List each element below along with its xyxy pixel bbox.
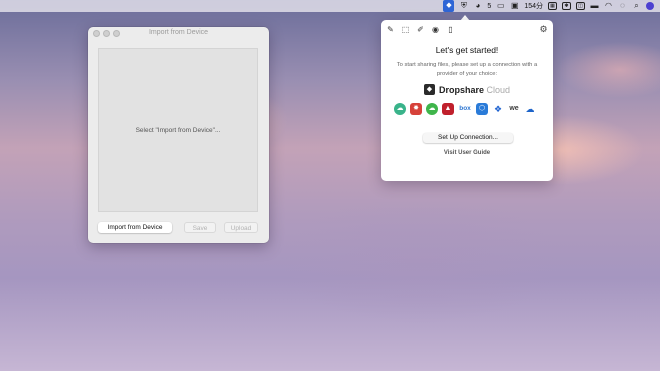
shield-icon[interactable]: ⛨ [459,2,468,10]
menu-time[interactable]: 154分 [524,1,543,11]
popover-toolbar: ✎ ⬚ ✐ ◉ ▯ [386,25,455,34]
import-from-device-button[interactable]: Import from Device [98,222,172,233]
set-up-connection-button[interactable]: Set Up Connection... [423,133,513,143]
window-title: Import from Device [148,29,209,36]
onedrive-icon[interactable]: ☁ [524,103,536,115]
display-icon[interactable]: ▭ [496,2,505,10]
upload-button: Upload [224,222,258,233]
battery-icon[interactable]: ▬ [590,2,599,10]
dropshare-popover: ✎ ⬚ ✐ ◉ ▯ ⚙ Let's get started! To start … [381,20,553,181]
popover-description: To start sharing files, please set up a … [396,62,538,77]
import-window: Import from Device Select "Import from D… [88,27,269,243]
device-icon[interactable]: ▯ [446,25,455,34]
camera-icon[interactable]: ▣ [510,2,519,10]
draw-icon[interactable]: ✐ [416,25,425,34]
visit-user-guide-link[interactable]: Visit User Guide [381,150,553,156]
wifi-icon[interactable]: ◠ [604,2,613,10]
nextcloud-icon[interactable]: ⬡ [476,103,488,115]
record-icon[interactable]: ◉ [431,25,440,34]
import-preview-area[interactable]: Select "Import from Device"... [98,48,258,212]
brand-suffix: Cloud [486,84,511,95]
dropshare-cloud-brand: ◆ Dropshare Cloud [381,84,553,95]
dropbox-icon[interactable]: ❖ [492,103,504,115]
wechat-badge: 5 [487,2,492,10]
red-cloud-icon[interactable]: ▲ [442,103,454,115]
screenshot-area-icon[interactable]: ⬚ [401,25,410,34]
box-icon[interactable]: box [458,103,472,115]
app-icon[interactable]: ✱ [562,2,571,10]
provider-list: ☁ ✸ ☁ ▲ box ⬡ ❖ we ☁ [394,103,536,115]
webdav-icon[interactable]: we [508,103,520,115]
grid-icon[interactable]: ▦ [548,2,557,10]
app2-icon[interactable]: ◫ [576,2,585,10]
cloud-app-icon[interactable]: ☁ [394,103,406,115]
import-placeholder: Select "Import from Device"... [135,126,221,134]
brand-name: Dropshare [438,84,484,95]
dropshare-icon[interactable]: ◆ [443,0,455,12]
popover-title: Let's get started! [435,45,499,55]
window-titlebar[interactable]: Import from Device [88,27,269,39]
chat-icon[interactable]: ◌ [618,2,627,10]
gear-icon[interactable]: ⚙ [539,25,548,34]
edit-note-icon[interactable]: ✎ [386,25,395,34]
search-icon[interactable]: ⌕ [632,2,641,10]
menu-bar: ◆ ⛨ ◕ 5 ▭ ▣ 154分 ▦ ✱ ◫ ▬ ◠ ◌ ⌕ [0,0,660,12]
dropshare-logo-icon: ◆ [423,84,435,95]
save-button: Save [184,222,216,233]
wechat-icon[interactable]: ◕ [473,2,482,10]
siri-icon[interactable] [646,2,654,10]
cloud-green-icon[interactable]: ☁ [426,103,438,115]
s3-icon[interactable]: ✸ [410,103,422,115]
